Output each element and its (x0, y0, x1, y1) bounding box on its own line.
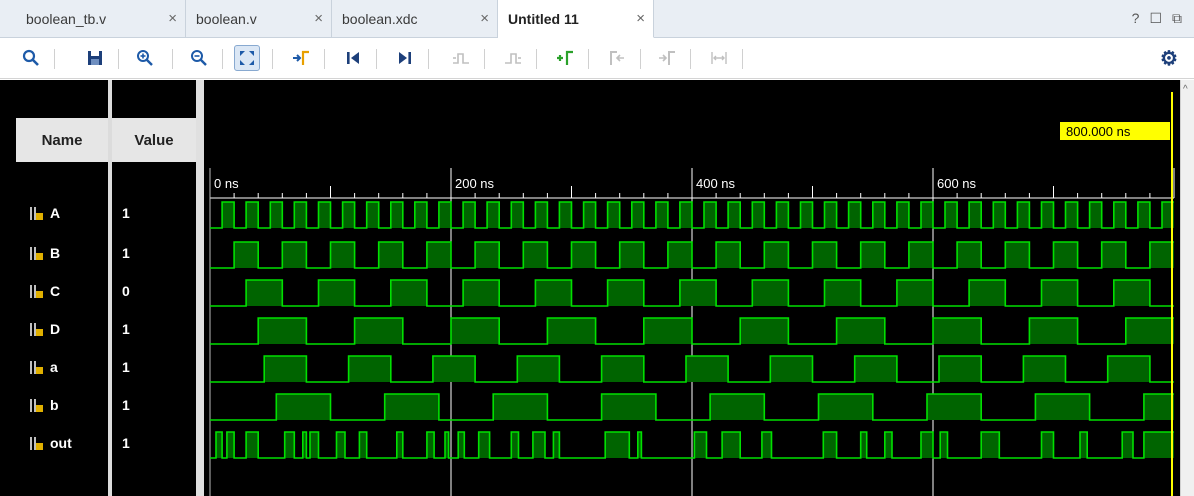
time-tick-label: 600 ns (937, 176, 977, 191)
tab-boolean-tb[interactable]: boolean_tb.v × (16, 0, 186, 38)
signal-icon (30, 207, 43, 220)
add-marker-icon[interactable] (552, 45, 578, 71)
tab-boolean-v[interactable]: boolean.v × (186, 0, 332, 38)
signal-value: 1 (122, 245, 130, 261)
signal-value: 1 (122, 321, 130, 337)
signal-icon (30, 285, 43, 298)
signal-row-b[interactable]: b1 (0, 390, 200, 420)
signal-value: 1 (122, 397, 130, 413)
vertical-scrollbar[interactable]: ^ (1180, 80, 1194, 496)
previous-transition-icon[interactable] (448, 45, 474, 71)
signal-value: 1 (122, 205, 130, 221)
tab-untitled-11[interactable]: Untitled 11 × (498, 0, 654, 38)
save-icon[interactable] (82, 45, 108, 71)
signal-name: B (50, 245, 61, 261)
waveform-toolbar: ⚙ (0, 39, 1194, 79)
search-icon[interactable] (18, 45, 44, 71)
restore-icon[interactable]: ⧉ (1172, 10, 1182, 27)
tab-label: boolean.v (196, 11, 257, 27)
close-icon[interactable]: × (636, 10, 645, 27)
signal-icon (30, 247, 43, 260)
signal-row-D[interactable]: D1 (0, 314, 200, 344)
signal-icon (30, 361, 43, 374)
name-column-header[interactable]: Name (16, 118, 108, 162)
window-controls: ? ☐ ⧉ (1132, 10, 1182, 27)
close-icon[interactable]: × (168, 10, 177, 27)
time-tick-label: 400 ns (696, 176, 736, 191)
tab-label: Untitled 11 (508, 10, 579, 27)
zoom-out-icon[interactable] (186, 45, 212, 71)
signal-value: 1 (122, 359, 130, 375)
tab-label: boolean.xdc (342, 11, 418, 27)
signal-name: C (50, 283, 61, 299)
signal-icon (30, 437, 43, 450)
help-icon[interactable]: ? (1132, 10, 1140, 27)
scroll-up-icon[interactable]: ^ (1183, 84, 1188, 95)
names-pane-top (0, 80, 200, 118)
signal-icon (30, 323, 43, 336)
signal-value: 0 (122, 283, 130, 299)
signal-value: 1 (122, 435, 130, 451)
pane-splitter[interactable] (196, 80, 204, 496)
signal-icon (30, 399, 43, 412)
signal-trace (210, 317, 1174, 345)
signal-row-a[interactable]: a1 (0, 352, 200, 382)
previous-marker-icon[interactable] (604, 45, 630, 71)
signal-row-B[interactable]: B1 (0, 238, 200, 268)
tab-label: boolean_tb.v (26, 11, 107, 27)
signal-row-out[interactable]: out 1 (0, 428, 200, 458)
close-icon[interactable]: × (314, 10, 323, 27)
editor-tab-bar: boolean_tb.v × boolean.v × boolean.xdc ×… (0, 0, 1194, 38)
signal-name: D (50, 321, 61, 337)
settings-gear-icon[interactable]: ⚙ (1156, 45, 1182, 71)
signal-fill (210, 356, 1174, 382)
waveform-canvas[interactable]: 0 ns 200 ns 400 ns 600 ns 800.000 ns (204, 80, 1180, 496)
signal-name: A (50, 205, 61, 221)
next-transition-icon[interactable] (500, 45, 526, 71)
time-tick-label: 200 ns (455, 176, 495, 191)
signal-row-A[interactable]: A1 (0, 198, 200, 228)
signal-name: a (50, 359, 58, 375)
value-column-header[interactable]: Value (112, 118, 196, 162)
signal-trace (210, 241, 1174, 269)
signal-trace (210, 201, 1174, 229)
next-marker-icon[interactable] (654, 45, 680, 71)
signal-name: out (50, 435, 72, 451)
time-tick-label: 0 ns (214, 176, 239, 191)
close-icon[interactable]: × (480, 10, 489, 27)
go-to-cursor-icon[interactable] (288, 45, 314, 71)
cursor-time-label: 800.000 ns (1066, 124, 1131, 139)
tab-boolean-xdc[interactable]: boolean.xdc × (332, 0, 498, 38)
zoom-fit-icon[interactable] (234, 45, 260, 71)
zoom-in-icon[interactable] (132, 45, 158, 71)
signal-row-C[interactable]: C0 (0, 276, 200, 306)
swap-cursors-icon[interactable] (706, 45, 732, 71)
go-to-start-icon[interactable] (340, 45, 366, 71)
go-to-end-icon[interactable] (392, 45, 418, 71)
maximize-icon[interactable]: ☐ (1149, 10, 1162, 27)
signal-name: b (50, 397, 59, 413)
